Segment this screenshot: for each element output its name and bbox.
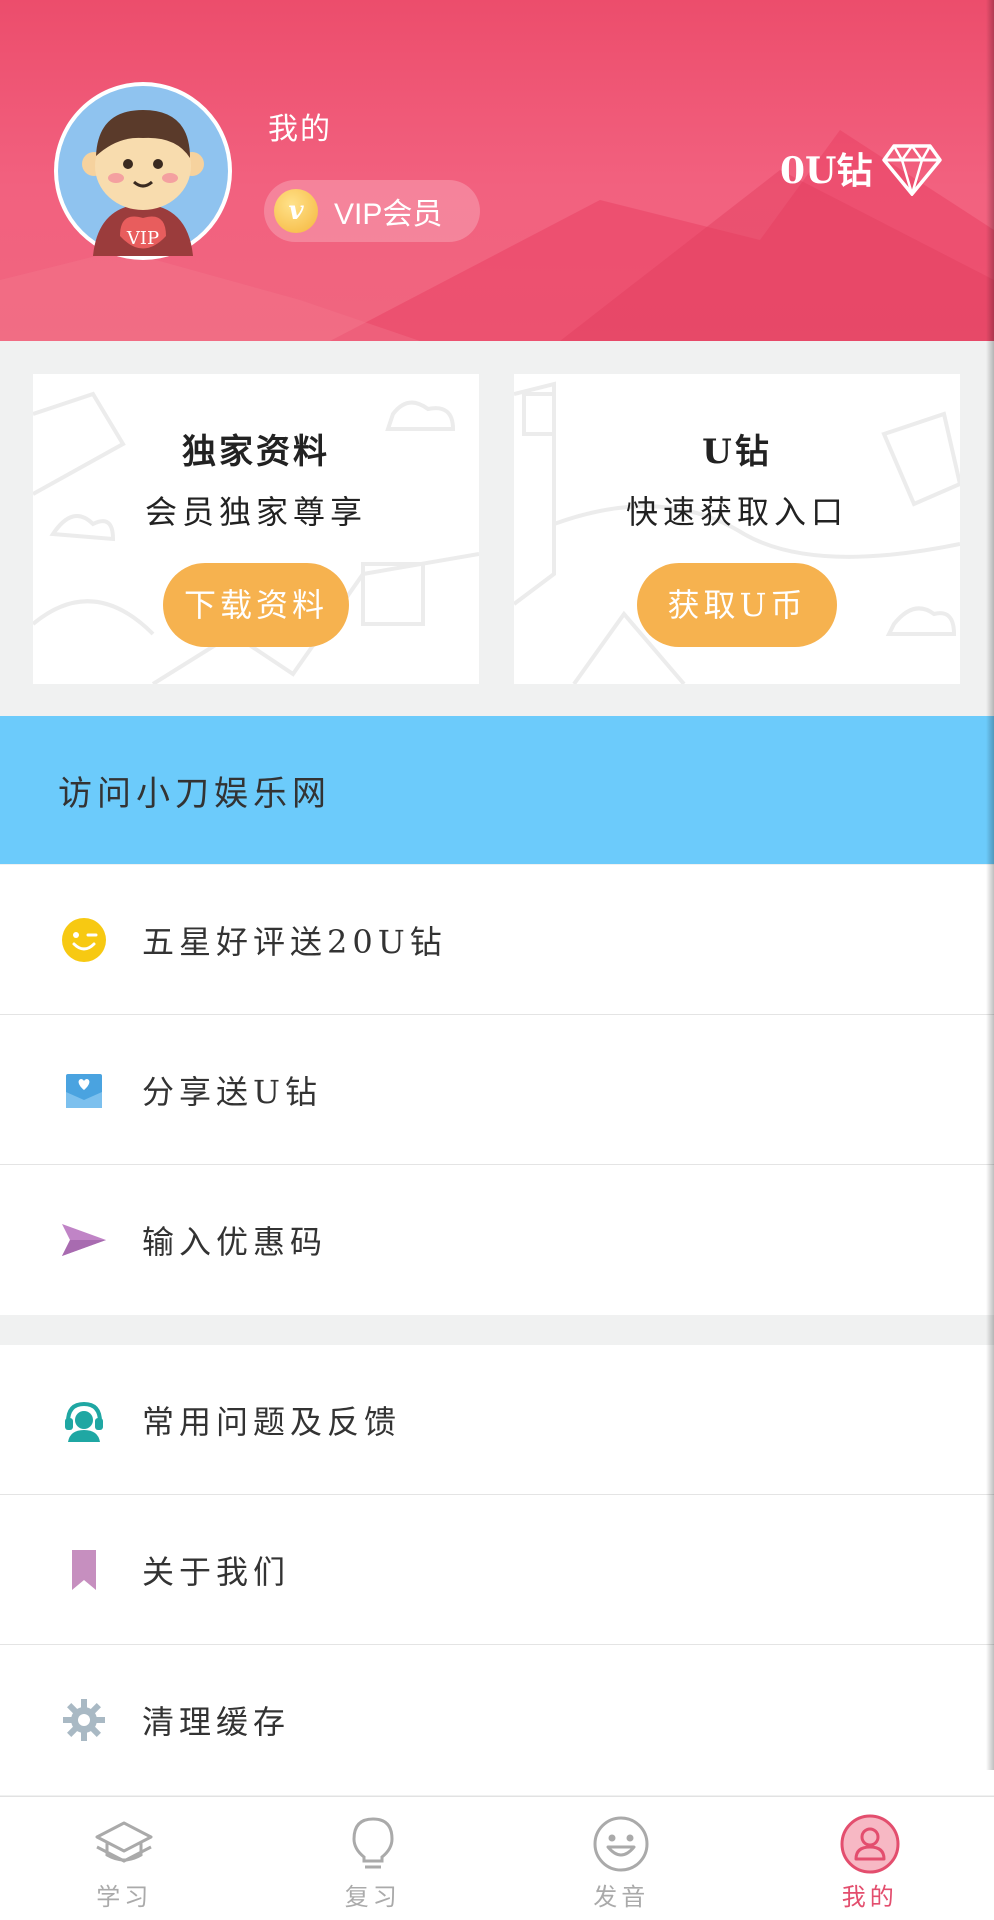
visit-site-banner[interactable]: 访问小刀娱乐网 [0, 716, 994, 864]
card-title: 独家资料 [182, 432, 330, 472]
tab-pronunciation[interactable]: 发音 [497, 1797, 746, 1920]
diamond-balance[interactable]: 0U钻 [780, 142, 872, 194]
profile-header: VIP 我的 v VIP会员 0U钻 [0, 0, 994, 341]
tab-label: 我的 [841, 1883, 898, 1911]
list-item-label: 关于我们 [142, 1552, 291, 1591]
card-subtitle: 会员独家尊享 [144, 493, 367, 531]
user-profile-icon [840, 1814, 900, 1874]
scroll-shadow [986, 0, 994, 1770]
bottom-tab-bar: 学习 复习 发音 我的 [0, 1796, 994, 1920]
list-item-clear-cache[interactable]: 清理缓存 [0, 1645, 994, 1795]
list-item-label: 分享送U钻 [142, 1072, 322, 1111]
get-u-coin-button[interactable]: 获取U币 [637, 563, 837, 647]
paper-plane-icon [60, 1216, 108, 1264]
tab-label: 学习 [96, 1883, 153, 1911]
list-item-rate-five-star[interactable]: 五星好评送20U钻 [0, 865, 994, 1015]
list-item-faq-feedback[interactable]: 常用问题及反馈 [0, 1345, 994, 1495]
banner-label: 访问小刀娱乐网 [58, 773, 331, 814]
list-item-label: 常用问题及反馈 [142, 1402, 402, 1441]
gear-icon [60, 1696, 108, 1744]
smiley-wink-icon [60, 916, 108, 964]
profile-title: 我的 [268, 112, 332, 147]
vip-coin-icon: v [274, 189, 318, 233]
exclusive-materials-card: 独家资料 会员独家尊享 下载资料 [33, 374, 479, 684]
tab-label: 发音 [593, 1883, 650, 1911]
tab-study[interactable]: 学习 [0, 1797, 249, 1920]
list-item-label: 五星好评送20U钻 [142, 922, 447, 961]
card-subtitle: 快速获取入口 [625, 493, 848, 531]
list-item-label: 输入优惠码 [142, 1223, 328, 1261]
vip-member-button[interactable]: v VIP会员 [264, 180, 480, 242]
lightbulb-icon [352, 1817, 394, 1869]
share-envelope-icon [60, 1066, 108, 1114]
list-item-about-us[interactable]: 关于我们 [0, 1495, 994, 1645]
svg-text:VIP: VIP [126, 228, 159, 249]
graduation-cap-icon [95, 1821, 153, 1863]
headset-support-icon [60, 1396, 108, 1444]
smile-face-icon [593, 1816, 649, 1872]
list-item-share[interactable]: 分享送U钻 [0, 1015, 994, 1165]
list-item-label: 清理缓存 [142, 1703, 291, 1741]
tab-label: 复习 [344, 1883, 401, 1911]
avatar[interactable]: VIP [54, 82, 232, 260]
u-diamond-card: U钻 快速获取入口 获取U币 [514, 374, 960, 684]
download-materials-button[interactable]: 下载资料 [163, 563, 349, 647]
bookmark-icon [60, 1546, 108, 1594]
tab-review[interactable]: 复习 [249, 1797, 498, 1920]
diamond-icon[interactable] [882, 142, 942, 196]
card-title: U钻 [702, 432, 772, 472]
menu-list-secondary: 常用问题及反馈 关于我们 清理缓存 [0, 1345, 994, 1795]
tab-mine[interactable]: 我的 [746, 1797, 994, 1920]
list-item-promo-code[interactable]: 输入优惠码 [0, 1165, 994, 1315]
avatar-cartoon-icon: VIP [58, 86, 228, 256]
vip-label: VIP会员 [334, 198, 443, 231]
menu-list-primary: 五星好评送20U钻 分享送U钻 输入优惠码 [0, 865, 994, 1315]
